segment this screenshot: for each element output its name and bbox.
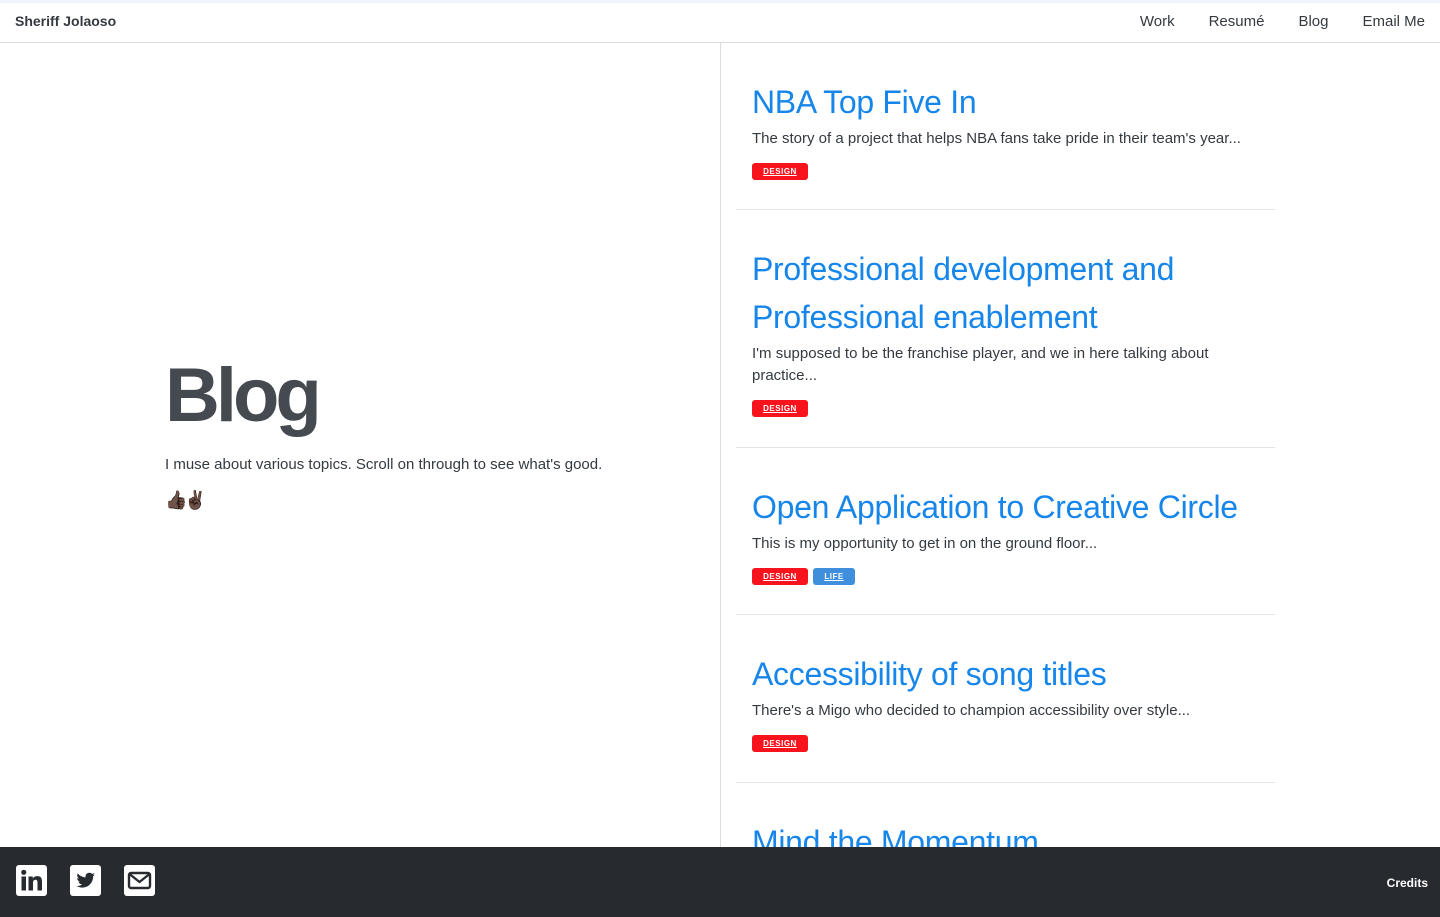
nav-link-email[interactable]: Email Me — [1362, 13, 1425, 30]
linkedin-icon-graphic — [16, 865, 47, 896]
post-title-link[interactable]: NBA Top Five In — [752, 78, 1259, 126]
post-title-link[interactable]: Accessibility of song titles — [752, 650, 1259, 698]
nav-link-blog[interactable]: Blog — [1298, 13, 1328, 30]
post-item: NBA Top Five In The story of a project t… — [736, 43, 1275, 210]
post-item: Professional development and Professiona… — [736, 210, 1275, 448]
page-title: Blog — [165, 353, 322, 438]
hero-emoji: 👍🏿✌🏿 — [165, 490, 207, 510]
brand-link[interactable]: Sheriff Jolaoso — [15, 13, 116, 29]
blog-hero — [0, 43, 720, 847]
post-tags: DESIGN — [752, 400, 1259, 417]
linkedin-icon[interactable] — [15, 864, 48, 897]
post-item: Mind the Momentum — [736, 783, 1275, 847]
tag-design[interactable]: DESIGN — [752, 163, 808, 180]
post-excerpt: The story of a project that helps NBA fa… — [752, 130, 1241, 147]
post-tags: DESIGN — [752, 163, 1259, 180]
nav-link-resume[interactable]: Resumé — [1209, 13, 1265, 30]
twitter-icon-graphic — [70, 865, 101, 896]
post-excerpt: There's a Migo who decided to champion a… — [752, 702, 1191, 719]
post-title-link[interactable]: Open Application to Creative Circle — [752, 483, 1259, 531]
email-icon[interactable] — [123, 864, 156, 897]
post-item: Open Application to Creative Circle This… — [736, 448, 1275, 615]
post-title-link[interactable]: Mind the Momentum — [752, 818, 1259, 847]
credits-link[interactable]: Credits — [1387, 876, 1428, 890]
tag-life[interactable]: LIFE — [813, 568, 855, 585]
nav-links: Work Resumé Blog Email Me — [1140, 13, 1425, 30]
post-title-link[interactable]: Professional development and Professiona… — [752, 245, 1259, 341]
post-list[interactable]: NBA Top Five In The story of a project t… — [721, 43, 1440, 847]
post-tags: DESIGN LIFE — [752, 568, 1259, 585]
post-excerpt: This is my opportunity to get in on the … — [752, 535, 1098, 552]
tag-design[interactable]: DESIGN — [752, 568, 808, 585]
twitter-icon[interactable] — [69, 864, 102, 897]
footer: Credits — [0, 847, 1440, 917]
post-item: Accessibility of song titles There's a M… — [736, 615, 1275, 783]
post-tags: DESIGN — [752, 735, 1259, 752]
navbar: Sheriff Jolaoso Work Resumé Blog Email M… — [0, 3, 1440, 43]
nav-link-work[interactable]: Work — [1140, 13, 1175, 30]
tag-design[interactable]: DESIGN — [752, 400, 808, 417]
page-subtitle: I muse about various topics. Scroll on t… — [165, 456, 603, 473]
post-excerpt: I'm supposed to be the franchise player,… — [752, 345, 1209, 384]
tag-design[interactable]: DESIGN — [752, 735, 808, 752]
email-icon-graphic — [124, 865, 155, 896]
